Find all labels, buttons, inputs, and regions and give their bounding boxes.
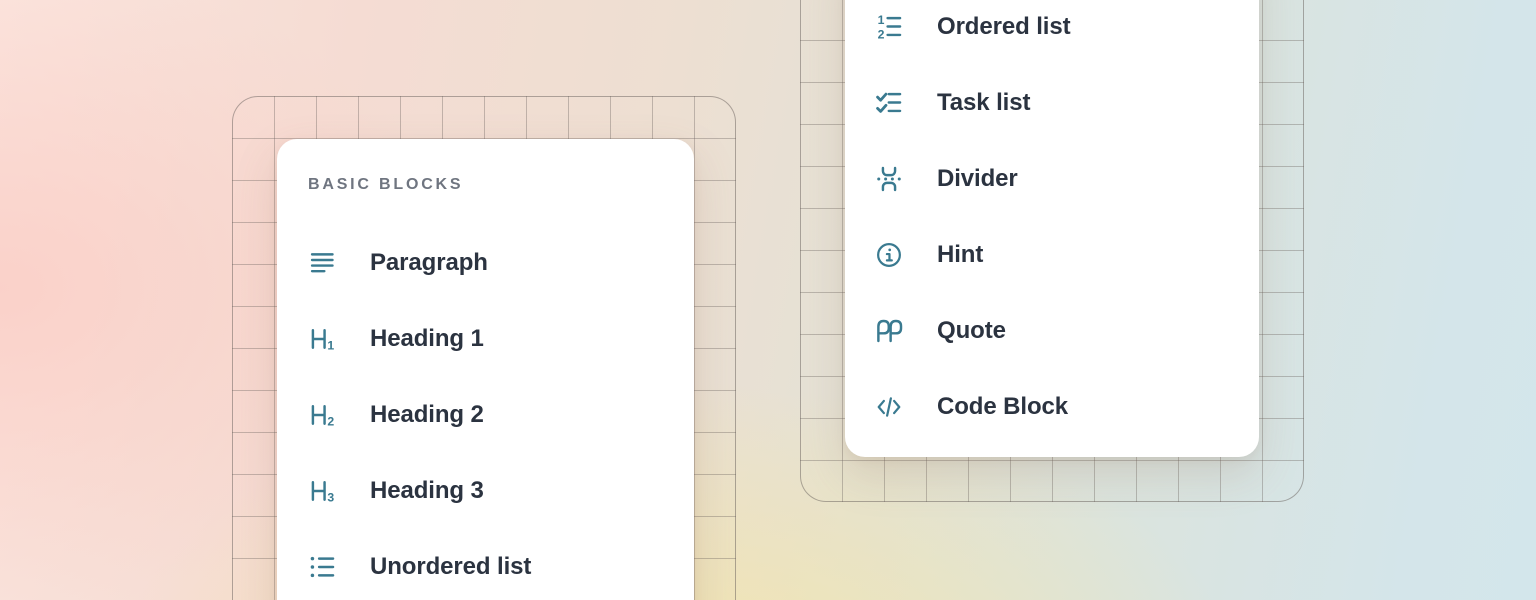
svg-text:2: 2 [327, 415, 334, 429]
paragraph-icon [308, 249, 336, 277]
unordered-list-icon [308, 553, 336, 581]
menu-item-label: Heading 3 [370, 477, 484, 505]
ordered-list-icon: 1 2 [875, 13, 903, 41]
menu-item-label: Heading 1 [370, 325, 484, 353]
blocks-menu-card-right: 1 2 Ordered list Task list [845, 0, 1259, 457]
heading-2-icon: 2 [308, 401, 336, 429]
menu-item-divider[interactable]: Divider [875, 141, 1259, 217]
basic-blocks-item-list: Paragraph 1 Heading 1 2 [308, 225, 694, 600]
menu-item-label: Code Block [937, 393, 1068, 421]
heading-1-icon: 1 [308, 325, 336, 353]
menu-item-label: Task list [937, 89, 1030, 117]
menu-item-label: Quote [937, 317, 1006, 345]
menu-item-unordered-list[interactable]: Unordered list [308, 529, 694, 600]
menu-item-label: Paragraph [370, 249, 488, 277]
menu-item-quote[interactable]: Quote [875, 293, 1259, 369]
svg-text:3: 3 [327, 491, 334, 505]
menu-item-label: Ordered list [937, 13, 1071, 41]
basic-blocks-menu-card: BASIC BLOCKS Paragraph 1 Heading 1 [277, 139, 694, 600]
heading-3-icon: 3 [308, 477, 336, 505]
svg-text:2: 2 [878, 27, 885, 41]
svg-text:1: 1 [878, 13, 885, 27]
menu-item-heading-3[interactable]: 3 Heading 3 [308, 453, 694, 529]
task-list-icon [875, 89, 903, 117]
menu-item-label: Heading 2 [370, 401, 484, 429]
menu-item-code-block[interactable]: Code Block [875, 369, 1259, 445]
svg-text:1: 1 [327, 339, 334, 353]
menu-item-ordered-list[interactable]: 1 2 Ordered list [875, 0, 1259, 65]
menu-item-heading-2[interactable]: 2 Heading 2 [308, 377, 694, 453]
hint-icon [875, 241, 903, 269]
code-block-icon [875, 393, 903, 421]
menu-item-label: Divider [937, 165, 1018, 193]
block-picker-illustration: BASIC BLOCKS Paragraph 1 Heading 1 [0, 0, 1536, 600]
menu-item-heading-1[interactable]: 1 Heading 1 [308, 301, 694, 377]
menu-item-paragraph[interactable]: Paragraph [308, 225, 694, 301]
quote-icon [875, 317, 903, 345]
basic-blocks-section-label: BASIC BLOCKS [308, 175, 694, 195]
blocks-item-list: 1 2 Ordered list Task list [875, 0, 1259, 445]
menu-item-task-list[interactable]: Task list [875, 65, 1259, 141]
menu-item-label: Hint [937, 241, 983, 269]
divider-icon [875, 165, 903, 193]
menu-item-label: Unordered list [370, 553, 531, 581]
menu-item-hint[interactable]: Hint [875, 217, 1259, 293]
